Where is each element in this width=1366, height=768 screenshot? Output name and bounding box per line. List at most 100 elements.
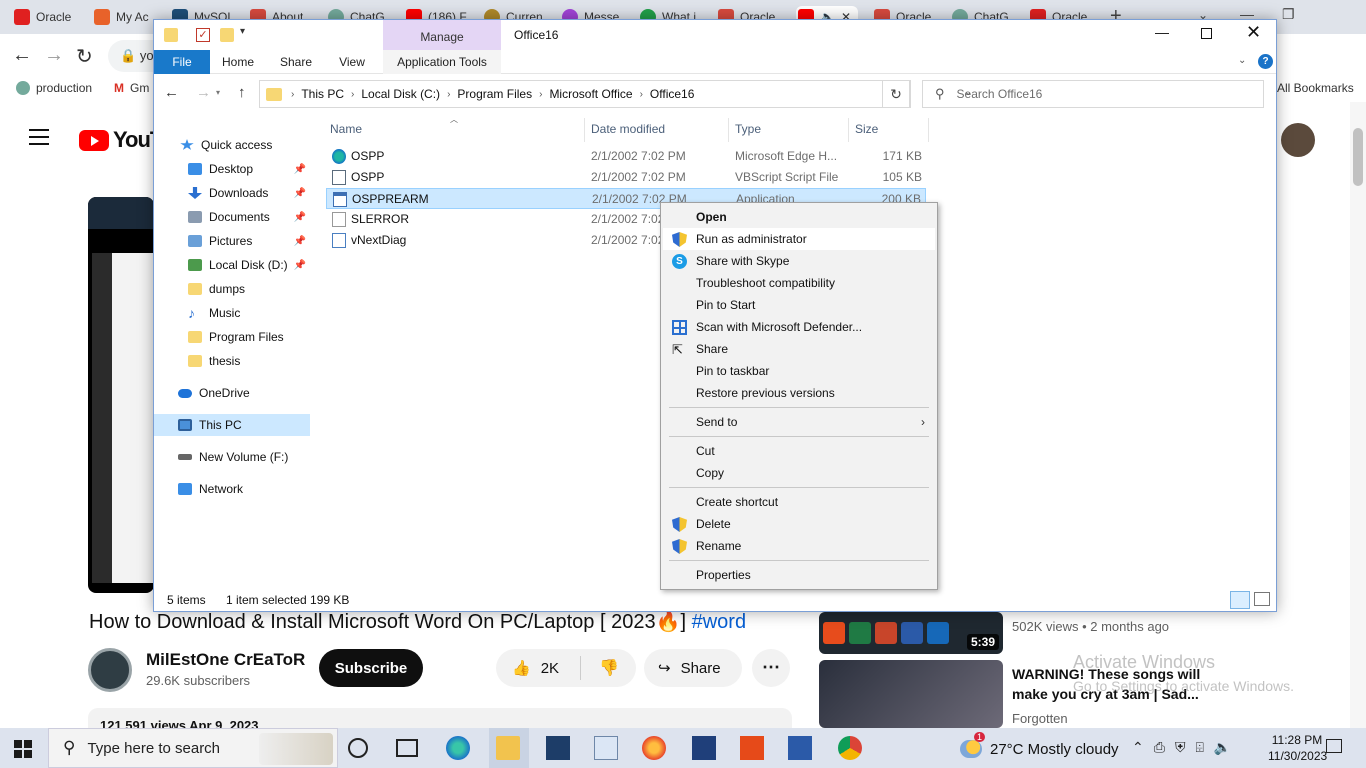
taskbar-search-input[interactable]: ⚲ Type here to search	[48, 728, 338, 768]
file-row[interactable]: OSPP 2/1/2002 7:02 PM Microsoft Edge H..…	[326, 146, 926, 167]
file-explorer-icon[interactable]	[496, 736, 520, 760]
quick-access-toolbar-dropdown-icon[interactable]: ▾	[240, 26, 245, 37]
word-icon[interactable]	[788, 736, 812, 760]
chevron-right-icon[interactable]: ›	[291, 89, 294, 100]
taskbar-clock[interactable]: 11:28 PM 11/30/2023	[1268, 732, 1327, 764]
new-folder-icon[interactable]	[220, 28, 234, 42]
details-view-icon[interactable]	[1230, 591, 1250, 609]
tab-file[interactable]: File	[154, 50, 210, 74]
menu-item-open[interactable]: Open	[663, 206, 935, 228]
menu-item-delete[interactable]: Delete	[663, 513, 935, 535]
chevron-right-icon[interactable]: ›	[539, 89, 542, 100]
expand-ribbon-icon[interactable]: ⌄	[1238, 55, 1246, 66]
breadcrumb-this-pc[interactable]: This PC	[301, 87, 344, 101]
help-icon[interactable]: ?	[1258, 54, 1273, 69]
tab-home[interactable]: Home	[216, 50, 260, 74]
bookmark-production[interactable]: production	[16, 81, 92, 95]
windows-start-icon[interactable]	[14, 740, 32, 758]
sidebar-item-thesis[interactable]: thesis	[154, 350, 310, 372]
recommended-video-thumbnail[interactable]	[819, 660, 1003, 728]
more-actions-button[interactable]: ⋯	[752, 649, 790, 687]
menu-item-restore-previous-versions[interactable]: Restore previous versions	[663, 382, 935, 404]
recommended-video-channel[interactable]: Forgotten	[1012, 711, 1068, 726]
menu-item-scan-with-defender[interactable]: Scan with Microsoft Defender...	[663, 316, 935, 338]
photos-icon[interactable]	[594, 736, 618, 760]
chrome-icon[interactable]	[838, 736, 862, 760]
powershell-icon[interactable]	[692, 736, 716, 760]
sidebar-item-quick-access[interactable]: Quick access	[154, 134, 310, 156]
breadcrumb-microsoft-office[interactable]: Microsoft Office	[549, 87, 632, 101]
sidebar-item-local-disk-d[interactable]: Local Disk (D:) 📌	[154, 254, 310, 276]
sidebar-item-music[interactable]: ♪ Music	[154, 302, 310, 324]
like-button[interactable]: 👍 2K	[496, 659, 580, 678]
menu-item-create-shortcut[interactable]: Create shortcut	[663, 491, 935, 513]
menu-item-rename[interactable]: Rename	[663, 535, 935, 557]
large-icons-view-icon[interactable]	[1254, 592, 1270, 606]
menu-item-properties[interactable]: Properties	[663, 564, 935, 586]
meet-now-icon[interactable]: ⎙	[1154, 739, 1165, 756]
pin-icon[interactable]: 📌	[294, 260, 306, 271]
browser-tab[interactable]: Oracle	[14, 6, 78, 28]
column-header-name[interactable]: Name	[330, 122, 362, 136]
minimize-button[interactable]: —	[1155, 24, 1169, 40]
subscribe-button[interactable]: Subscribe	[319, 649, 423, 687]
chevron-right-icon[interactable]: ›	[351, 89, 354, 100]
all-bookmarks[interactable]: All Bookmarks	[1277, 81, 1354, 95]
recommended-video-thumbnail[interactable]: 5:39	[819, 612, 1003, 654]
share-button[interactable]: ↪ Share	[644, 649, 742, 687]
breadcrumb-program-files[interactable]: Program Files	[457, 87, 532, 101]
channel-name[interactable]: MilEstOne CrEaToR	[146, 650, 305, 670]
account-avatar[interactable]	[1281, 123, 1315, 157]
maximize-button[interactable]	[1201, 28, 1212, 39]
restore-icon[interactable]: ❐	[1282, 6, 1295, 23]
chevron-right-icon[interactable]: ›	[447, 89, 450, 100]
sidebar-item-dumps[interactable]: dumps	[154, 278, 310, 300]
sidebar-item-downloads[interactable]: Downloads 📌	[154, 182, 310, 204]
forward-arrow-icon[interactable]: →	[44, 44, 64, 67]
dislike-button[interactable]: 👎	[581, 658, 619, 678]
sidebar-item-desktop[interactable]: Desktop 📌	[154, 158, 310, 180]
column-header-date-modified[interactable]: Date modified	[591, 122, 665, 136]
chevron-right-icon[interactable]: ›	[640, 89, 643, 100]
video-description[interactable]: 121,591 views Apr 9, 2023	[88, 708, 792, 728]
tab-application-tools[interactable]: Application Tools	[383, 50, 501, 74]
network-icon[interactable]: ⌹	[1195, 739, 1203, 756]
pin-icon[interactable]: 📌	[294, 212, 306, 223]
sidebar-item-new-volume-f[interactable]: New Volume (F:)	[154, 446, 310, 468]
column-header-type[interactable]: Type	[735, 122, 761, 136]
video-player[interactable]	[88, 197, 154, 593]
menu-item-troubleshoot-compatibility[interactable]: Troubleshoot compatibility	[663, 272, 935, 294]
notification-icon[interactable]	[1326, 739, 1342, 753]
file-row[interactable]: OSPP 2/1/2002 7:02 PM VBScript Script Fi…	[326, 167, 926, 188]
edge-icon[interactable]	[446, 736, 470, 760]
menu-item-send-to[interactable]: Send to ›	[663, 411, 935, 433]
tab-share[interactable]: Share	[276, 50, 316, 74]
menu-item-share-with-skype[interactable]: S Share with Skype	[663, 250, 935, 272]
menu-item-run-as-administrator[interactable]: Run as administrator	[663, 228, 935, 250]
sidebar-item-this-pc[interactable]: This PC	[154, 414, 310, 436]
search-input[interactable]: ⚲ Search Office16	[922, 80, 1264, 108]
up-arrow-icon[interactable]: ↑	[238, 84, 246, 101]
channel-avatar[interactable]	[88, 648, 132, 692]
menu-item-pin-to-taskbar[interactable]: Pin to taskbar	[663, 360, 935, 382]
pin-icon[interactable]: 📌	[294, 188, 306, 199]
refresh-button[interactable]: ↻	[882, 80, 910, 108]
sidebar-item-program-files[interactable]: Program Files	[154, 326, 310, 348]
cortana-icon[interactable]	[348, 738, 368, 758]
sidebar-item-documents[interactable]: Documents 📌	[154, 206, 310, 228]
volume-icon[interactable]: 🔈	[1214, 739, 1231, 756]
scrollbar-thumb[interactable]	[1353, 128, 1363, 186]
page-scrollbar[interactable]	[1350, 102, 1366, 728]
reload-icon[interactable]: ↻	[76, 44, 93, 69]
browser-tab[interactable]: My Ac	[94, 6, 154, 28]
back-arrow-icon[interactable]: ←	[164, 84, 179, 101]
pin-icon[interactable]: 📌	[294, 236, 306, 247]
breadcrumb[interactable]: › This PC › Local Disk (C:) › Program Fi…	[259, 80, 972, 108]
bookmark-gmail[interactable]: M Gm	[114, 81, 149, 95]
column-header-size[interactable]: Size	[855, 122, 878, 136]
recent-locations-icon[interactable]: ▾	[216, 88, 220, 97]
sidebar-item-network[interactable]: Network	[154, 478, 310, 500]
chevron-up-icon[interactable]: ⌃	[1132, 739, 1144, 756]
hashtag-link[interactable]: #word	[692, 611, 746, 633]
tab-view[interactable]: View	[332, 50, 372, 74]
